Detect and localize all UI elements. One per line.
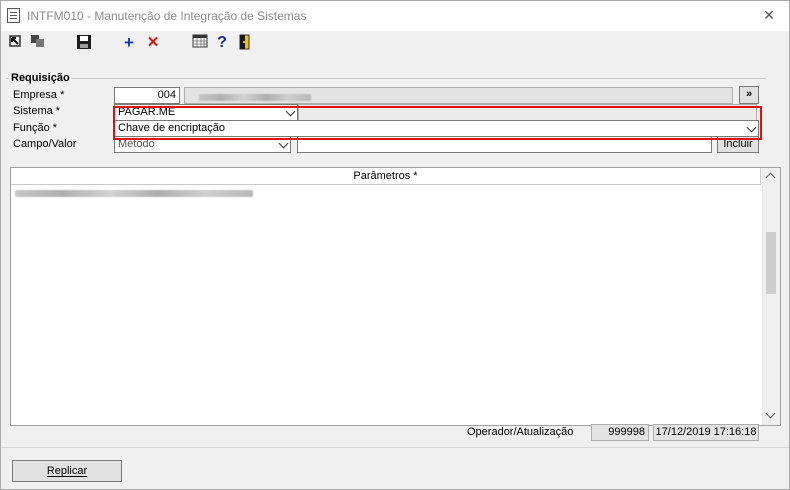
redacted-parameter-row (15, 190, 253, 197)
campo-select-value: Método (118, 138, 155, 150)
help-icon[interactable]: ? (213, 34, 231, 52)
document-icon (7, 8, 20, 23)
window-title: INTFM010 - Manutenção de Integração de S… (27, 9, 307, 23)
toolbar: + ✕ ? (1, 31, 789, 55)
requisicao-group-title: Requisição (9, 72, 72, 84)
atualizacao-value: 17/12/2019 17:16:18 (653, 424, 759, 441)
funcao-select-value: Chave de encriptação (118, 122, 226, 134)
campo-valor-label: Campo/Valor (13, 138, 77, 150)
grid-row[interactable] (15, 188, 253, 200)
calendar-grid-icon[interactable] (191, 34, 209, 52)
replicar-button[interactable]: Replicar (12, 460, 122, 482)
footer-divider (1, 447, 789, 448)
operador-value: 999998 (591, 424, 649, 441)
campo-select[interactable]: Método (114, 136, 291, 153)
title-bar: INTFM010 - Manutenção de Integração de S… (1, 1, 789, 31)
incluir-button[interactable]: Incluir (717, 136, 759, 153)
sistema-label: Sistema * (13, 105, 61, 117)
close-button[interactable]: ✕ (755, 7, 783, 23)
empresa-lookup-button[interactable]: » (739, 86, 759, 104)
chevron-down-icon (285, 106, 296, 117)
parametros-grid[interactable]: Parâmetros * (10, 167, 781, 426)
sistema-select[interactable]: PAGAR.ME (114, 104, 298, 121)
parametros-column-header: Parâmetros * (11, 168, 761, 185)
delete-icon[interactable]: ✕ (144, 34, 162, 52)
copy-icon[interactable] (29, 34, 47, 52)
exit-door-icon[interactable] (236, 34, 254, 52)
redacted-company-name (199, 94, 311, 101)
select-icon[interactable] (7, 34, 25, 52)
chevron-down-icon (746, 122, 757, 133)
funcao-label: Função * (13, 122, 58, 134)
sistema-select-value: PAGAR.ME (118, 106, 176, 118)
scroll-down-icon[interactable] (765, 408, 776, 419)
add-icon[interactable]: + (120, 34, 138, 52)
scroll-up-icon[interactable] (765, 172, 776, 183)
vertical-scrollbar[interactable] (762, 168, 780, 425)
empresa-code-input[interactable]: 004 (114, 87, 180, 104)
valor-input[interactable] (297, 136, 712, 153)
operador-label: Operador/Atualização (467, 426, 574, 438)
save-icon[interactable] (75, 34, 93, 52)
empresa-name-field (184, 87, 733, 104)
empresa-label: Empresa * (13, 89, 65, 101)
app-window: INTFM010 - Manutenção de Integração de S… (0, 0, 790, 490)
chevron-down-icon (278, 138, 289, 149)
scroll-thumb[interactable] (766, 232, 776, 294)
sistema-extra-field (298, 104, 757, 121)
funcao-select[interactable]: Chave de encriptação (114, 120, 759, 137)
